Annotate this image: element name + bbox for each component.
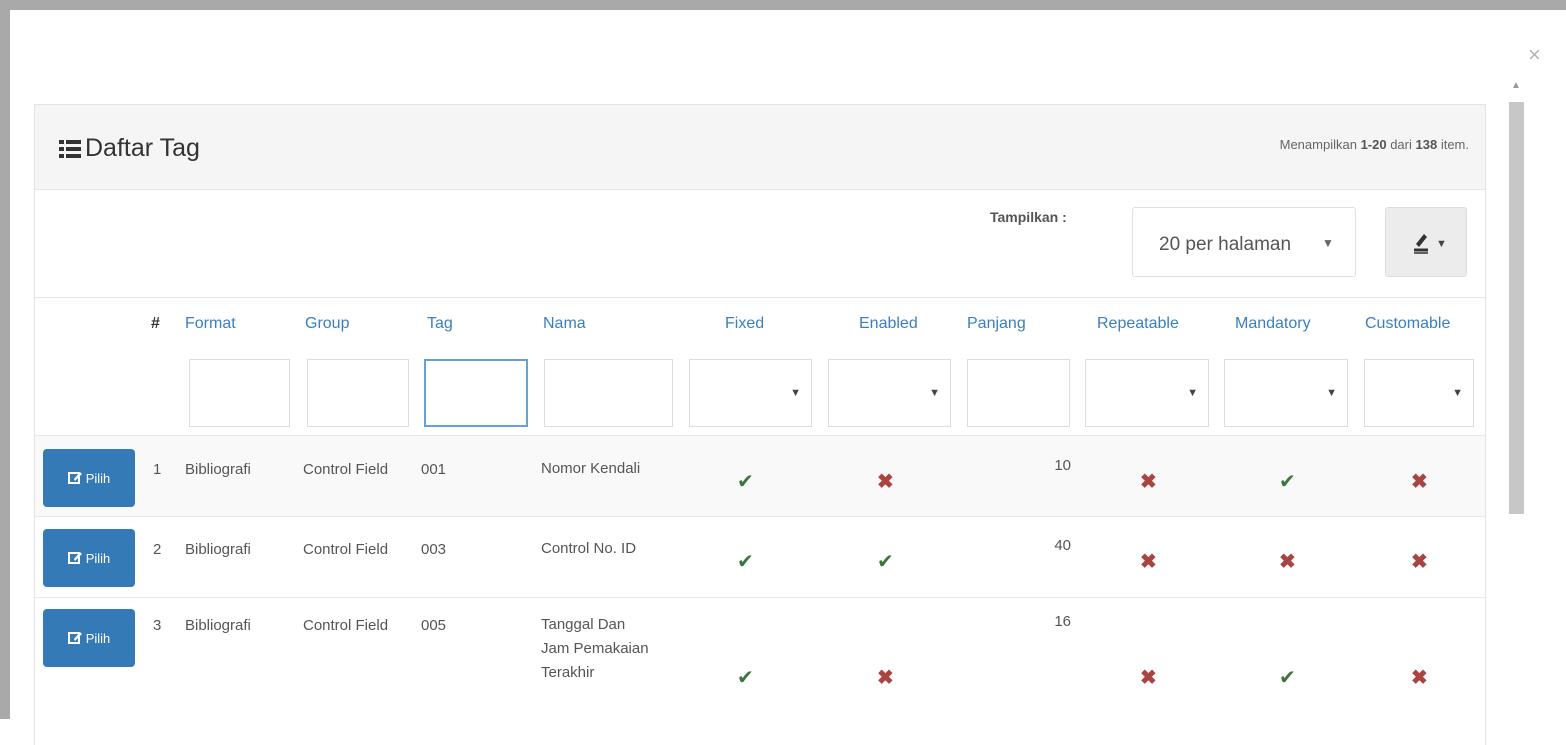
check-icon: ✔ — [737, 471, 754, 493]
cell-format: Bibliografi — [185, 617, 251, 634]
pilih-label: Pilih — [85, 550, 111, 566]
row-divider — [35, 516, 1485, 517]
cell-group: Control Field — [303, 461, 389, 478]
cell-number: 2 — [153, 541, 162, 558]
summary-prefix: Menampilkan — [1279, 137, 1361, 152]
scrollbar-thumb[interactable] — [1509, 102, 1524, 514]
chevron-down-icon: ▼ — [1322, 236, 1334, 250]
col-header-mandatory[interactable]: Mandatory — [1235, 315, 1311, 333]
pagination-summary: Menampilkan 1-20 dari 138 item. — [1280, 137, 1469, 152]
show-label: Tampilkan : — [990, 209, 1067, 225]
filter-fixed-select[interactable]: ▼ — [689, 359, 812, 427]
cross-icon: ✖ — [1411, 471, 1428, 493]
table-row-stripe — [35, 436, 1485, 516]
check-icon: ✔ — [1279, 471, 1296, 493]
filter-tag-input[interactable] — [424, 359, 528, 427]
cross-icon: ✖ — [1140, 471, 1157, 493]
cell-format: Bibliografi — [185, 461, 251, 478]
cell-number: 1 — [153, 461, 162, 478]
cell-group: Control Field — [303, 617, 389, 634]
panel-heading: Daftar Tag Menampilkan 1-20 dari 138 ite… — [35, 105, 1485, 190]
filter-panjang-input[interactable] — [967, 359, 1070, 427]
filter-format-input[interactable] — [189, 359, 290, 427]
filter-customable-select[interactable]: ▼ — [1364, 359, 1474, 427]
cell-nama: Control No. ID — [541, 540, 637, 557]
col-header-number: # — [151, 315, 160, 332]
col-header-tag[interactable]: Tag — [427, 315, 453, 333]
check-icon: ✔ — [737, 667, 754, 689]
edit-icon — [67, 472, 82, 484]
filter-group-input[interactable] — [307, 359, 409, 427]
cross-icon: ✖ — [877, 471, 894, 493]
filter-repeatable-select[interactable]: ▼ — [1085, 359, 1209, 427]
cross-icon: ✖ — [1140, 551, 1157, 573]
scroll-up-arrow[interactable]: ▲ — [1511, 80, 1521, 91]
cross-icon: ✖ — [1279, 551, 1296, 573]
cell-panjang: 40 — [1054, 537, 1071, 554]
edit-icon — [67, 552, 82, 564]
panel-title-text: Daftar Tag — [85, 134, 200, 162]
summary-suffix: item. — [1437, 137, 1469, 152]
table-top-line — [35, 297, 1485, 298]
summary-mid: dari — [1386, 137, 1416, 152]
chevron-down-icon: ▼ — [1326, 387, 1337, 399]
cell-panjang: 16 — [1054, 613, 1071, 630]
col-header-repeatable[interactable]: Repeatable — [1097, 315, 1179, 333]
window-top-border — [0, 0, 1566, 10]
pilih-label: Pilih — [85, 470, 111, 486]
col-header-nama[interactable]: Nama — [543, 315, 586, 333]
cross-icon: ✖ — [1411, 667, 1428, 689]
pilih-button[interactable]: Pilih — [43, 449, 135, 507]
tag-list-panel: Daftar Tag Menampilkan 1-20 dari 138 ite… — [34, 104, 1486, 745]
per-page-select[interactable]: 20 per halaman ▼ — [1132, 207, 1356, 277]
col-header-enabled[interactable]: Enabled — [859, 315, 918, 333]
cell-format: Bibliografi — [185, 541, 251, 558]
row-divider — [35, 597, 1485, 598]
check-icon: ✔ — [1279, 667, 1296, 689]
cell-number: 3 — [153, 617, 162, 634]
close-icon[interactable]: × — [1528, 44, 1541, 66]
cell-tag: 005 — [421, 617, 447, 634]
list-icon — [59, 139, 81, 158]
cell-group: Control Field — [303, 541, 389, 558]
cell-panjang: 10 — [1054, 457, 1071, 474]
cross-icon: ✖ — [1140, 667, 1157, 689]
panel-title: Daftar Tag — [59, 134, 200, 163]
col-header-fixed[interactable]: Fixed — [725, 315, 764, 333]
check-icon: ✔ — [877, 551, 894, 573]
filter-nama-input[interactable] — [544, 359, 673, 427]
export-icon — [1414, 234, 1428, 254]
cell-tag: 003 — [421, 541, 447, 558]
col-header-panjang[interactable]: Panjang — [967, 315, 1026, 333]
chevron-down-icon: ▼ — [790, 387, 801, 399]
cell-nama: Nomor Kendali — [541, 460, 641, 477]
per-page-value: 20 per halaman — [1159, 234, 1292, 255]
filter-mandatory-select[interactable]: ▼ — [1224, 359, 1348, 427]
check-icon: ✔ — [737, 551, 754, 573]
summary-range: 1-20 — [1360, 137, 1387, 152]
chevron-down-icon: ▼ — [1452, 387, 1463, 399]
col-header-group[interactable]: Group — [305, 315, 349, 333]
window-left-border — [0, 0, 10, 719]
cell-tag: 001 — [421, 461, 447, 478]
pilih-button[interactable]: Pilih — [43, 529, 135, 587]
export-button[interactable]: ▼ — [1385, 207, 1467, 277]
pilih-label: Pilih — [85, 630, 111, 646]
chevron-down-icon: ▼ — [1436, 238, 1447, 250]
filter-enabled-select[interactable]: ▼ — [828, 359, 951, 427]
cell-nama: Tanggal Dan Jam Pemakaian Terakhir — [541, 616, 649, 681]
edit-icon — [67, 632, 82, 644]
chevron-down-icon: ▼ — [1187, 387, 1198, 399]
pilih-button[interactable]: Pilih — [43, 609, 135, 667]
col-header-customable[interactable]: Customable — [1365, 315, 1450, 333]
summary-total: 138 — [1415, 137, 1438, 152]
chevron-down-icon: ▼ — [929, 387, 940, 399]
col-header-format[interactable]: Format — [185, 315, 236, 333]
cross-icon: ✖ — [877, 667, 894, 689]
cross-icon: ✖ — [1411, 551, 1428, 573]
